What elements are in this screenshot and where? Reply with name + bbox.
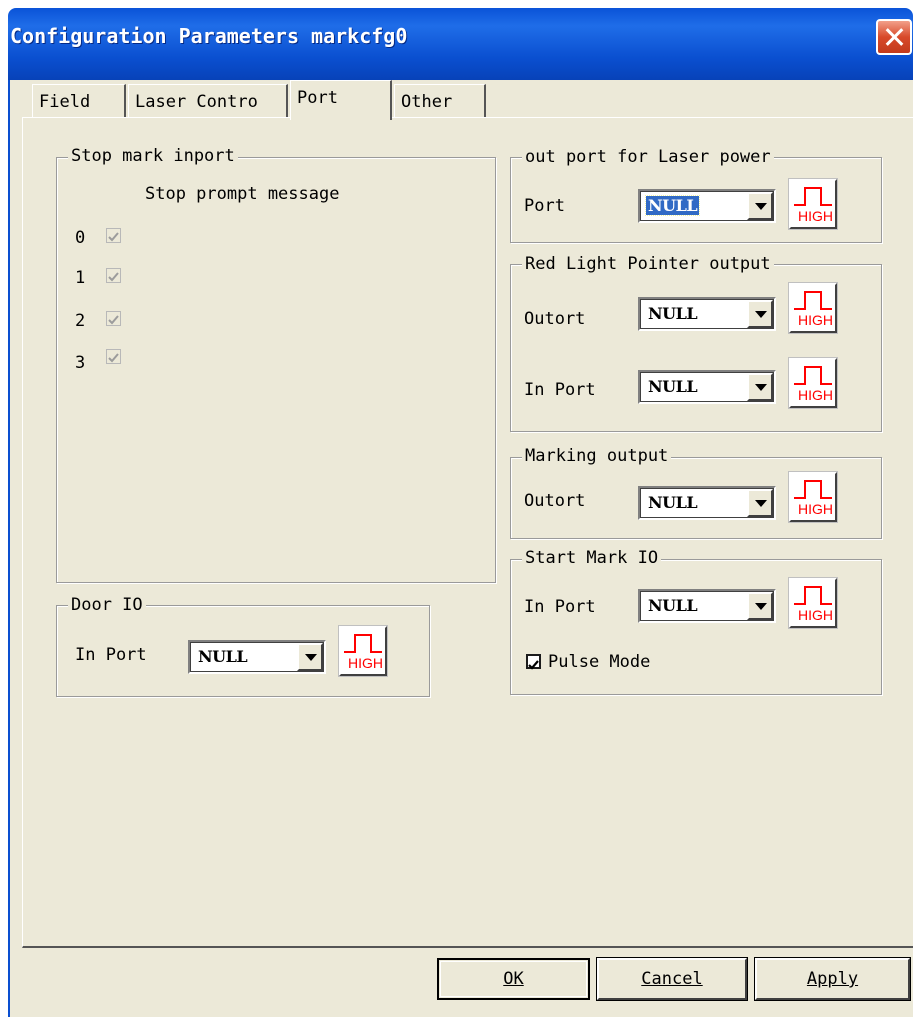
stop-row-checkbox[interactable] bbox=[106, 311, 121, 326]
chevron-down-icon[interactable] bbox=[747, 373, 773, 401]
red-out-level-button[interactable]: HIGH bbox=[788, 282, 838, 334]
close-icon[interactable] bbox=[876, 19, 912, 55]
stop-row-index: 2 bbox=[75, 311, 86, 331]
door-level-button[interactable]: HIGH bbox=[338, 625, 388, 677]
tab-label: Other bbox=[401, 92, 453, 112]
stop-row-checkbox[interactable] bbox=[106, 268, 121, 283]
high-label: HIGH bbox=[798, 607, 833, 623]
start-mark-level-button[interactable]: HIGH bbox=[788, 577, 838, 629]
marking-out-port-value: NULL bbox=[648, 493, 698, 512]
high-label: HIGH bbox=[798, 501, 833, 517]
tab-laser-control[interactable]: Laser Contro bbox=[128, 84, 288, 118]
laser-port-select[interactable]: NULL bbox=[638, 189, 776, 223]
high-label: HIGH bbox=[798, 387, 833, 403]
door-in-port-label: In Port bbox=[75, 645, 147, 665]
red-out-port-select[interactable]: NULL bbox=[638, 297, 776, 331]
start-in-port-select[interactable]: NULL bbox=[638, 589, 776, 623]
tab-label: Port bbox=[297, 88, 338, 108]
door-in-port-value: NULL bbox=[198, 647, 248, 666]
stop-row-index: 1 bbox=[75, 268, 86, 288]
pulse-mode-label: Pulse Mode bbox=[548, 652, 651, 672]
chevron-down-icon[interactable] bbox=[747, 592, 773, 620]
high-label: HIGH bbox=[798, 208, 833, 224]
door-io-legend: Door IO bbox=[68, 595, 146, 615]
marking-out-port-label: Outort bbox=[524, 491, 586, 511]
chevron-down-icon[interactable] bbox=[747, 300, 773, 328]
red-in-port-value: NULL bbox=[648, 377, 698, 396]
door-in-port-select[interactable]: NULL bbox=[188, 640, 326, 674]
marking-out-port-select[interactable]: NULL bbox=[638, 486, 776, 520]
stop-mark-legend: Stop mark inport bbox=[68, 146, 238, 166]
laser-power-level-button[interactable]: HIGH bbox=[788, 178, 838, 230]
check-icon bbox=[528, 660, 539, 670]
stop-mark-group bbox=[56, 157, 496, 583]
red-in-port-select[interactable]: NULL bbox=[638, 370, 776, 404]
start-in-port-label: In Port bbox=[524, 597, 596, 617]
apply-button[interactable]: Apply bbox=[754, 957, 911, 1001]
stop-row-index: 3 bbox=[75, 353, 86, 373]
tab-field[interactable]: Field bbox=[32, 84, 126, 118]
red-out-port-label: Outort bbox=[524, 309, 586, 329]
red-in-level-button[interactable]: HIGH bbox=[788, 357, 838, 409]
laser-port-label: Port bbox=[524, 196, 565, 216]
chevron-down-icon[interactable] bbox=[747, 192, 773, 220]
red-light-legend: Red Light Pointer output bbox=[522, 254, 774, 274]
high-label: HIGH bbox=[798, 312, 833, 328]
red-in-port-label: In Port bbox=[524, 380, 596, 400]
high-label: HIGH bbox=[348, 655, 383, 671]
pulse-mode-checkbox[interactable] bbox=[526, 654, 541, 670]
tab-label: Laser Contro bbox=[135, 92, 258, 112]
tab-port[interactable]: Port bbox=[290, 80, 392, 120]
start-mark-legend: Start Mark IO bbox=[522, 548, 662, 568]
start-in-port-value: NULL bbox=[648, 596, 698, 615]
ok-button[interactable]: OK bbox=[437, 958, 590, 1000]
ok-label: OK bbox=[503, 969, 524, 989]
red-out-port-value: NULL bbox=[648, 304, 698, 323]
chevron-down-icon[interactable] bbox=[747, 489, 773, 517]
stop-prompt-header: Stop prompt message bbox=[145, 184, 340, 204]
chevron-down-icon[interactable] bbox=[297, 643, 323, 671]
laser-port-value: NULL bbox=[644, 195, 701, 216]
cancel-label: Cancel bbox=[641, 969, 703, 989]
stop-row-checkbox[interactable] bbox=[106, 228, 121, 243]
marking-output-legend: Marking output bbox=[522, 446, 672, 466]
marking-level-button[interactable]: HIGH bbox=[788, 471, 838, 523]
cancel-button[interactable]: Cancel bbox=[596, 957, 748, 1001]
tab-label: Field bbox=[39, 92, 91, 112]
tab-other[interactable]: Other bbox=[394, 84, 486, 118]
stop-row-index: 0 bbox=[75, 228, 86, 248]
laser-power-legend: out port for Laser power bbox=[522, 147, 774, 167]
apply-label: Apply bbox=[806, 969, 859, 989]
stop-row-checkbox[interactable] bbox=[106, 349, 121, 364]
window-title: Configuration Parameters markcfg0 bbox=[10, 24, 408, 48]
